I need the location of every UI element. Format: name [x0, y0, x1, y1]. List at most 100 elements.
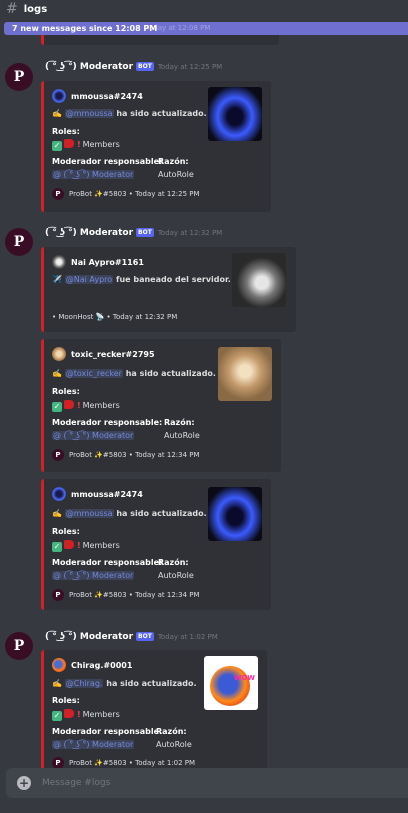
previous-embed-stub [41, 35, 279, 45]
embed-thumbnail[interactable] [218, 347, 272, 401]
embed: Chirag.#0001 ✍️ @Chirag. ha sido actuali… [41, 650, 267, 769]
reason-label: Razón: [156, 727, 187, 736]
writing-hand-icon: ✍️ [52, 679, 62, 688]
timestamp: Today at 12:32 PM [157, 229, 223, 237]
moderator-mention[interactable]: @ ( ͡° ͜ʖ ͡°) Moderator [52, 571, 135, 580]
moderator-label: Moderador responsable: [52, 157, 163, 166]
user-mention[interactable]: @mmoussa [64, 109, 114, 118]
embed-author: Chirag.#0001 [71, 660, 133, 670]
check-icon: ✓ [52, 141, 62, 151]
message-composer: + [6, 768, 408, 798]
check-icon: ✓ [52, 711, 62, 721]
reason-value: AutoRole [156, 740, 192, 749]
moderator-mention[interactable]: @ ( ͡° ͜ʖ ͡°) Moderator [52, 170, 135, 179]
embed-action: ha sido actualizado. [116, 109, 207, 118]
embed-footer: ProBot ✨#5803 • Today at 12:34 PM [69, 451, 200, 459]
author-avatar-icon [52, 89, 66, 103]
probot-icon: P [52, 589, 64, 601]
user-mention[interactable]: @toxic_recker [64, 369, 123, 378]
moderator-mention[interactable]: @ ( ͡° ͜ʖ ͡°) Moderator [52, 431, 135, 440]
username[interactable]: ( ͡° ͜ʖ ͡°) Moderator [45, 228, 133, 238]
exclamation-icon: ! [77, 401, 81, 410]
add-attachment-icon[interactable]: + [17, 776, 31, 790]
user-mention[interactable]: @Nai Aypro [64, 275, 114, 284]
author-avatar-icon [52, 347, 66, 361]
moderator-label: Moderador responsable: [52, 727, 163, 736]
embed-action: ha sido actualizado. [106, 679, 197, 688]
exclamation-icon: ! [77, 541, 81, 550]
roles-label: Roles: [52, 127, 80, 136]
message: P ( ͡° ͜ʖ ͡°) Moderator BOT Today at 1:02 … [0, 630, 408, 769]
red-heart-icon [64, 540, 74, 549]
embed: mmoussa#2474 ✍️ @mmoussa ha sido actuali… [41, 479, 271, 610]
moderator-mention[interactable]: @ ( ͡° ͜ʖ ͡°) Moderator [52, 740, 135, 749]
embed-action: fue baneado del servidor. [115, 275, 231, 284]
author-avatar-icon [52, 487, 66, 501]
reason-value: AutoRole [164, 431, 200, 440]
writing-hand-icon: ✍️ [52, 509, 62, 518]
role-value: Members [82, 541, 120, 550]
writing-hand-icon: ✍️ [52, 369, 62, 378]
username[interactable]: ( ͡° ͜ʖ ͡°) Moderator [45, 632, 133, 642]
hash-icon: # [6, 1, 18, 17]
user-mention[interactable]: @Chirag. [64, 679, 104, 688]
embed-thumbnail[interactable]: WOW [204, 656, 258, 710]
embed-author: Nai Aypro#1161 [71, 257, 144, 267]
exclamation-icon: ! [77, 710, 81, 719]
embed-action: ha sido actualizado. [116, 509, 207, 518]
embed-footer: • MoonHost 📡 • Today at 12:32 PM [52, 313, 178, 321]
message-input[interactable] [42, 775, 402, 791]
reason-label: Razón: [158, 157, 189, 166]
airplane-icon: ✈️ [52, 275, 62, 284]
role-value: Members [82, 710, 120, 719]
reason-label: Razón: [158, 558, 189, 567]
new-messages-faint: Today at 12:08 PM [146, 24, 211, 32]
bot-badge: BOT [136, 632, 154, 641]
embed-footer: ProBot ✨#5803 • Today at 12:25 PM [69, 190, 200, 198]
embed-thumbnail[interactable] [208, 487, 262, 541]
new-messages-label: 7 new messages since 12:08 PM [12, 24, 158, 33]
embed-action: ha sido actualizado. [125, 369, 216, 378]
probot-icon: P [52, 449, 64, 461]
red-heart-icon [64, 709, 74, 718]
firefox-icon [210, 666, 250, 706]
embed: mmoussa#2474 ✍️ @mmoussa ha sido actuali… [41, 81, 271, 212]
author-avatar-icon [52, 255, 66, 269]
reason-value: AutoRole [158, 170, 194, 179]
check-icon: ✓ [52, 402, 62, 412]
thumbnail-text: WOW [233, 674, 255, 682]
channel-header: # logs [0, 0, 408, 18]
embed-thumbnail[interactable] [232, 253, 286, 307]
exclamation-icon: ! [77, 140, 81, 149]
moderator-label: Moderador responsable: [52, 558, 163, 567]
embed-footer: ProBot ✨#5803 • Today at 12:34 PM [69, 591, 200, 599]
embed-author: mmoussa#2474 [71, 489, 143, 499]
avatar[interactable]: P [5, 632, 33, 660]
role-value: Members [82, 401, 120, 410]
username[interactable]: ( ͡° ͜ʖ ͡°) Moderator [45, 62, 133, 72]
timestamp: Today at 1:02 PM [157, 633, 218, 641]
timestamp: Today at 12:25 PM [157, 63, 223, 71]
embed: toxic_recker#2795 ✍️ @toxic_recker ha si… [41, 339, 281, 472]
message: P ( ͡° ͜ʖ ͡°) Moderator BOT Today at 12:25… [0, 60, 408, 215]
new-messages-bar[interactable]: 7 new messages since 12:08 PM Today at 1… [4, 22, 408, 35]
message: P ( ͡° ͜ʖ ͡°) Moderator BOT Today at 12:32… [0, 226, 408, 616]
roles-label: Roles: [52, 527, 80, 536]
red-heart-icon [64, 139, 74, 148]
embed-footer: ProBot ✨#5803 • Today at 1:02 PM [69, 759, 196, 767]
embed-author: mmoussa#2474 [71, 91, 143, 101]
writing-hand-icon: ✍️ [52, 109, 62, 118]
avatar[interactable]: P [5, 228, 33, 256]
embed-thumbnail[interactable] [208, 87, 262, 141]
embed-author: toxic_recker#2795 [71, 349, 155, 359]
firefox-icon [52, 658, 66, 672]
avatar[interactable]: P [5, 63, 33, 91]
role-value: Members [82, 140, 120, 149]
reason-value: AutoRole [158, 571, 194, 580]
user-mention[interactable]: @mmoussa [64, 509, 114, 518]
red-heart-icon [64, 400, 74, 409]
check-icon: ✓ [52, 542, 62, 552]
bot-badge: BOT [136, 62, 154, 71]
probot-icon: P [52, 188, 64, 200]
roles-label: Roles: [52, 387, 80, 396]
